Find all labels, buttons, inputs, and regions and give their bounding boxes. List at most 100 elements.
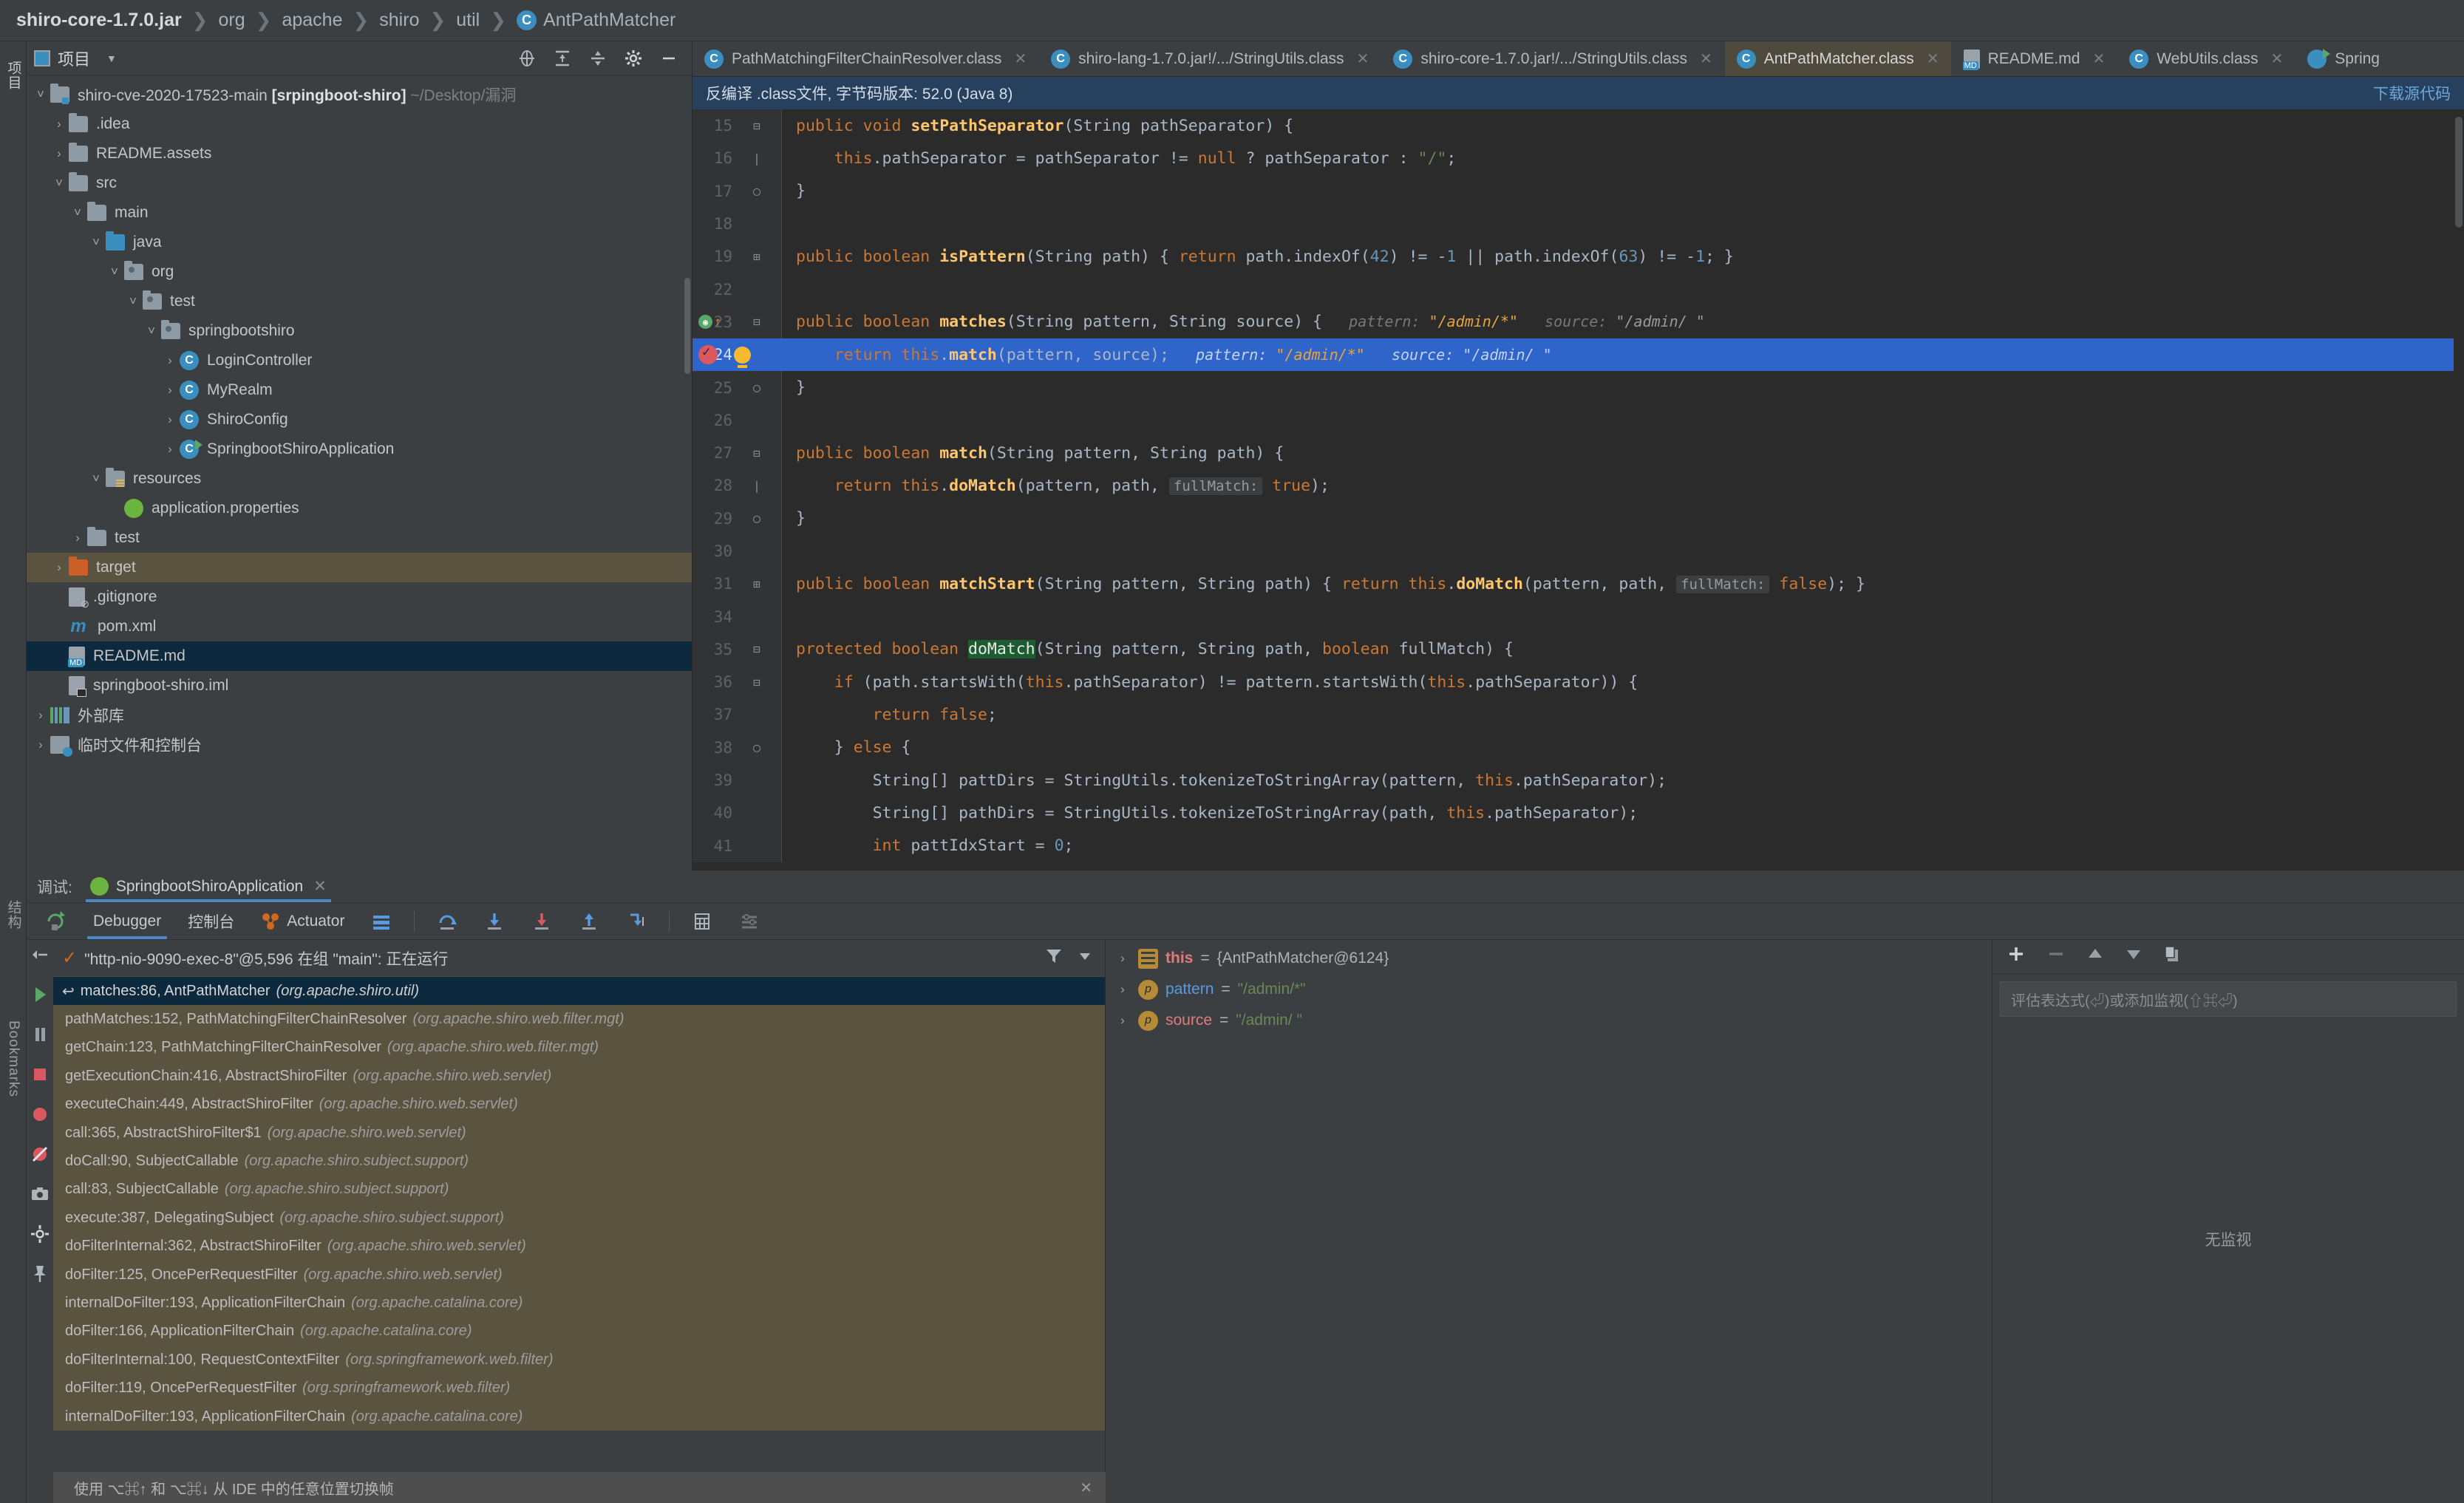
editor-tab[interactable]: Cshiro-core-1.7.0.jar!/.../StringUtils.c… <box>1381 41 1725 76</box>
close-icon[interactable]: ✕ <box>1080 1479 1106 1497</box>
editor-tab-strip[interactable]: C PathMatchingFilterChainResolver.class ✕ C… <box>692 41 2464 77</box>
project-tree-item[interactable]: ˅ springbootshiro <box>27 316 692 346</box>
call-stack-frame[interactable]: doFilterInternal:100, RequestContextFilt… <box>53 1346 1105 1374</box>
project-tree-item[interactable]: › C ShiroConfig <box>27 405 692 434</box>
project-tree-item[interactable]: › C LoginController <box>27 346 692 375</box>
fold-end-icon[interactable]: ◯ <box>753 381 760 395</box>
fold-marker[interactable]: ⊟ <box>734 119 780 133</box>
variable-row[interactable]: › p source = "/admin/ " <box>1106 1005 1992 1036</box>
call-stack-frame[interactable]: doFilter:119, OncePerRequestFilter (org.s… <box>53 1374 1105 1403</box>
project-tree-item[interactable]: .gitignore <box>27 582 692 612</box>
tree-expand-arrow-icon[interactable]: › <box>50 117 69 132</box>
editor-gutter[interactable]: 26 <box>692 403 781 437</box>
editor-gutter[interactable]: 37 <box>692 698 781 732</box>
code-line[interactable]: 31 ⊞ public boolean matchStart(String patt… <box>692 568 2464 601</box>
call-stack-frame[interactable]: doFilter:166, ApplicationFilterChain (org… <box>53 1317 1105 1346</box>
code-line[interactable]: 34 <box>692 600 2464 633</box>
tool-tab-bookmarks[interactable]: Bookmarks <box>3 995 24 1124</box>
editor-gutter[interactable]: 17 ◯ <box>692 174 781 208</box>
breadcrumb-item-shiro[interactable]: shiro <box>379 10 419 31</box>
debug-session-tab[interactable]: SpringbootShiroApplication ✕ <box>83 870 334 902</box>
editor-gutter[interactable]: 19 ⊞ <box>692 240 781 273</box>
code-line[interactable]: 37 return false; <box>692 698 2464 732</box>
call-stack-frame[interactable]: call:365, AbstractShiroFilter$1 (org.apac… <box>53 1118 1105 1148</box>
call-stack-frame[interactable]: doFilter:125, OncePerRequestFilter (org.a… <box>53 1260 1105 1289</box>
close-icon[interactable]: ✕ <box>2271 50 2284 68</box>
editor-tab[interactable]: README.md ✕ <box>1952 41 2118 76</box>
close-icon[interactable]: ✕ <box>1927 50 1939 68</box>
fold-marker[interactable]: ◯ <box>734 740 780 754</box>
tree-expand-arrow-icon[interactable]: › <box>31 737 50 752</box>
breadcrumb-item-util[interactable]: util <box>456 10 480 31</box>
code-line[interactable]: 28 | return this.doMatch(pattern, path, f… <box>692 469 2464 502</box>
code-line[interactable]: 36 ⊟ if (path.startsWith(this.pathSeparat… <box>692 666 2464 699</box>
editor-tab[interactable]: Spring <box>2295 41 2392 76</box>
expand-arrow-icon[interactable]: › <box>1114 951 1131 966</box>
editor-tab[interactable]: C WebUtils.class ✕ <box>2117 41 2296 76</box>
move-watch-down-icon[interactable] <box>2124 944 2143 969</box>
fold-marker[interactable]: | <box>734 151 780 166</box>
watch-expression-input[interactable]: 评估表达式(⏎)或添加监视(⇧⌘⏎) <box>2000 981 2457 1017</box>
debug-gear-icon[interactable] <box>30 1224 50 1244</box>
remove-watch-icon[interactable] <box>2046 944 2066 969</box>
code-line[interactable]: 35 ⊟ protected boolean doMatch(String patt… <box>692 633 2464 667</box>
fold-expand-icon[interactable]: ⊞ <box>753 577 760 591</box>
project-tree-item[interactable]: › C SpringbootShiroApplication <box>27 434 692 464</box>
editor-tab[interactable]: Cshiro-lang-1.7.0.jar!/.../StringUtils.c… <box>1039 41 1382 76</box>
tab-debugger[interactable]: Debugger <box>80 903 174 939</box>
rerun-button[interactable] <box>31 903 80 939</box>
code-line[interactable]: 26 <box>692 403 2464 437</box>
project-tree-item[interactable]: › test <box>27 523 692 553</box>
close-icon[interactable]: ✕ <box>1014 50 1027 68</box>
hide-icon[interactable] <box>659 49 678 68</box>
fold-marker[interactable]: ⊟ <box>734 446 780 460</box>
chevron-down-icon[interactable]: ▼ <box>106 52 117 64</box>
close-icon[interactable]: ✕ <box>2092 50 2105 68</box>
tree-expand-arrow-icon[interactable]: › <box>160 442 180 457</box>
project-scrollbar[interactable] <box>684 278 690 374</box>
tab-console[interactable]: 控制台 <box>174 903 248 939</box>
tool-tab-project[interactable]: 项目 <box>3 46 24 105</box>
filter-icon[interactable] <box>1044 947 1063 970</box>
editor-gutter[interactable]: 28 | <box>692 469 781 502</box>
breadcrumb-item-apache[interactable]: apache <box>282 10 342 31</box>
editor-tab[interactable]: C PathMatchingFilterChainResolver.class ✕ <box>692 41 1040 76</box>
fold-end-icon[interactable]: ◯ <box>753 184 760 198</box>
fold-marker[interactable]: ⊟ <box>734 642 780 656</box>
download-sources-link[interactable]: 下载源代码 <box>2373 82 2451 104</box>
mute-breakpoints-icon[interactable] <box>30 1144 50 1165</box>
fold-marker[interactable]: ⊟ <box>734 315 780 329</box>
project-tree-item[interactable]: › 外部库 <box>27 701 692 730</box>
code-line[interactable]: 27 ⊟ public boolean match(String pattern, … <box>692 436 2464 470</box>
editor-gutter[interactable]: 15 ⊟ <box>692 109 781 143</box>
intention-bulb-icon[interactable] <box>734 346 751 368</box>
project-tree-item[interactable]: ˅ test <box>27 287 692 316</box>
call-stack-frame[interactable]: getExecutionChain:416, AbstractShiroFilt… <box>53 1062 1105 1091</box>
fold-marker[interactable]: ⊟ <box>734 675 780 689</box>
call-stack-frame[interactable]: ↩ matches:86, AntPathMatcher (org.apache.s… <box>53 977 1105 1006</box>
editor-tab[interactable]: C AntPathMatcher.class ✕ <box>1724 41 1952 76</box>
variables-panel[interactable]: › this = {AntPathMatcher@6124} › p pattern = "/a… <box>1106 940 1992 1503</box>
editor-gutter[interactable]: 31 ⊞ <box>692 568 781 601</box>
code-line[interactable]: 17 ◯} <box>692 174 2464 208</box>
editor-gutter[interactable]: 34 <box>692 600 781 633</box>
close-icon[interactable]: ✕ <box>313 877 327 896</box>
code-line[interactable]: 25 ◯} <box>692 371 2464 404</box>
tree-expand-arrow-icon[interactable]: ˅ <box>123 294 143 309</box>
fold-end-icon[interactable]: ◯ <box>753 511 760 525</box>
code-line[interactable]: 29 ◯} <box>692 502 2464 535</box>
project-tree[interactable]: ˅ shiro-cve-2020-17523-main [srpingboot-s… <box>27 75 692 760</box>
editor-gutter[interactable]: 40 <box>692 797 781 830</box>
pause-program-icon[interactable] <box>30 1024 50 1045</box>
thread-selector[interactable]: ✓ "http-nio-9090-exec-8"@5,596 在组 "main"… <box>53 940 1105 977</box>
tree-expand-arrow-icon[interactable]: › <box>68 531 87 545</box>
tree-expand-arrow-icon[interactable]: ˅ <box>105 265 124 279</box>
call-stack-list[interactable]: ↩ matches:86, AntPathMatcher (org.apache.s… <box>53 977 1105 1431</box>
call-stack-frame[interactable]: doFilterInternal:362, AbstractShiroFilte… <box>53 1232 1105 1261</box>
call-stack-frame[interactable]: pathMatches:152, PathMatchingFilterChain… <box>53 1005 1105 1034</box>
editor-scrollbar[interactable] <box>2454 109 2464 870</box>
editor-gutter[interactable]: 16 | <box>692 142 781 175</box>
call-stack-frame[interactable]: execute:387, DelegatingSubject (org.apach… <box>53 1204 1105 1233</box>
tree-expand-arrow-icon[interactable]: › <box>50 146 69 161</box>
code-line[interactable]: 15 ⊟ public void setPathSeparator(String p… <box>692 109 2464 143</box>
